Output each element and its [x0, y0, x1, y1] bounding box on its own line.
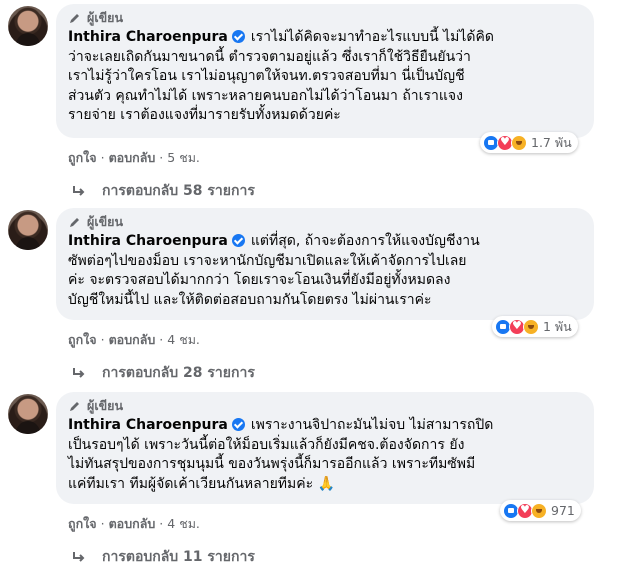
avatar[interactable] [8, 6, 48, 46]
replies-count-label: การตอบกลับ 28 รายการ [102, 365, 255, 381]
comment-actions: ถูกใจ · ตอบกลับ · 4 ชม. [68, 332, 200, 347]
verified-badge-icon [231, 234, 245, 247]
avatar[interactable] [8, 394, 48, 434]
pen-icon [68, 400, 81, 413]
reaction-summary[interactable]: 971 [500, 500, 581, 521]
comment-bubble: ผู้เขียน Inthira Charoenpura แต่ที่สุด, ถ… [56, 208, 594, 320]
author-badge-label: ผู้เขียน [87, 10, 124, 25]
comment-text-line: แค่ทีมเรา ทีมผู้จัดเค้าเวียนกันหลายทีมค่… [68, 475, 335, 492]
comment-text-line: ค่ะ จะตรวจสอบได้มากกว่า โดยเราจะโอนเงินท… [68, 272, 451, 288]
comment-text-line: บัญชีใหม่นี้ไป และให้ติดต่อสอบถามกันโดยต… [68, 291, 432, 308]
pen-icon [68, 12, 81, 25]
care-icon [523, 318, 539, 335]
reply-link[interactable]: ตอบกลับ [109, 150, 156, 165]
replies-count-label: การตอบกลับ 58 รายการ [102, 183, 255, 199]
comment-author-name[interactable]: Inthira Charoenpura [68, 233, 228, 249]
comment-bubble: ผู้เขียน Inthira Charoenpura เพราะงานจิปา… [56, 392, 594, 504]
reply-arrow-icon [73, 368, 85, 378]
verified-badge-icon [231, 418, 245, 431]
comment-timestamp[interactable]: 4 ชม. [167, 332, 200, 347]
like-link[interactable]: ถูกใจ [68, 150, 97, 165]
comment-timestamp[interactable]: 5 ชม. [167, 150, 200, 165]
comment-bubble: ผู้เขียน Inthira Charoenpura เราไม่ได้คิด… [56, 4, 594, 138]
reply-link[interactable]: ตอบกลับ [109, 516, 156, 531]
care-icon [511, 134, 527, 151]
reaction-summary[interactable]: 1 พัน [492, 316, 578, 337]
comment-actions: ถูกใจ · ตอบกลับ · 4 ชม. [68, 516, 200, 531]
comment-text-line: เราไม่ได้คิดจะมาทำอะไรแบบนี้ ไม่ได้คิด [250, 29, 494, 45]
view-replies-link[interactable]: การตอบกลับ 11 รายการ [72, 546, 255, 568]
comment-author-name[interactable]: Inthira Charoenpura [68, 417, 228, 433]
pen-icon [68, 216, 81, 229]
reaction-count: 1 พัน [543, 318, 572, 334]
comment-text-line: เพราะงานจิปาถะมันไม่จบ ไม่สามารถปิด [250, 417, 494, 433]
replies-count-label: การตอบกลับ 11 รายการ [102, 549, 255, 565]
like-link[interactable]: ถูกใจ [68, 516, 97, 531]
reply-arrow-icon [73, 186, 85, 196]
avatar[interactable] [8, 210, 48, 250]
reply-link[interactable]: ตอบกลับ [109, 332, 156, 347]
verified-badge-icon [231, 30, 245, 43]
author-badge-label: ผู้เขียน [87, 214, 124, 229]
comment-timestamp[interactable]: 4 ชม. [167, 516, 200, 531]
comment-text-line: ส่วนตัว คุณทำไม่ได้ เพราะหลายคนบอกไม่ได้… [68, 87, 463, 104]
comment-text-line: เราไม่รู้ว่าใครโอน เราไม่อนุญาตให้จนท.ตร… [68, 68, 465, 84]
comment-author-name[interactable]: Inthira Charoenpura [68, 29, 228, 45]
reaction-count: 971 [551, 503, 575, 518]
author-badge-label: ผู้เขียน [87, 398, 124, 413]
like-link[interactable]: ถูกใจ [68, 332, 97, 347]
reply-arrow-icon [73, 552, 85, 562]
comment-text-line: ไม่ทันสรุปของการชุมนุมนี้ ของวันพรุ่งนี้… [68, 456, 476, 472]
comment-text-line: รายจ่าย เราต้องแจงที่มารายรับทั้งหมดด้วย… [68, 107, 341, 123]
author-badge: ผู้เขียน [68, 10, 582, 26]
view-replies-link[interactable]: การตอบกลับ 58 รายการ [72, 180, 255, 202]
comment-text-line: ซัพต่อๆไปของม็อบ เราจะหานักบัญชีมาเปิดแล… [68, 252, 467, 269]
comment-text-line: ว่าจะเลยเถิดกันมาขนาดนี้ ตำรวจตามอยู่แล้… [68, 48, 471, 65]
comment-text-line: แต่ที่สุด, ถ้าจะต้องการให้แจงบัญชีงาน [250, 233, 480, 249]
author-badge: ผู้เขียน [68, 214, 582, 230]
reaction-summary[interactable]: 1.7 พัน [480, 132, 578, 153]
reaction-count: 1.7 พัน [531, 134, 572, 150]
comment-text-line: เป็นรอบๆได้ เพราะวันนี้ต่อให้ม็อบเริ่มแล… [68, 436, 465, 453]
author-badge: ผู้เขียน [68, 398, 582, 414]
care-icon [531, 502, 547, 519]
comment-actions: ถูกใจ · ตอบกลับ · 5 ชม. [68, 150, 200, 165]
view-replies-link[interactable]: การตอบกลับ 28 รายการ [72, 362, 255, 384]
